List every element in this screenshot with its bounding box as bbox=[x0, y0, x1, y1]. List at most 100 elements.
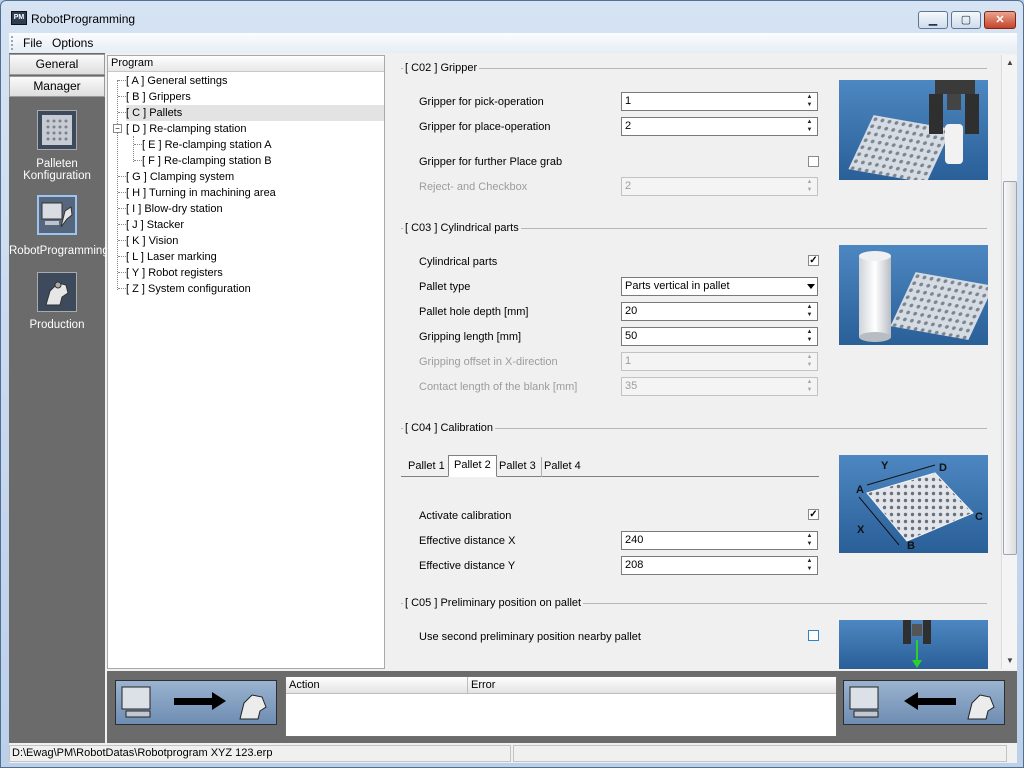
vertical-scrollbar[interactable]: ▲ ▼ bbox=[1001, 55, 1017, 669]
gripping-offset-label: Gripping offset in X-direction bbox=[419, 356, 558, 368]
calibration-plate-icon: A B C D X Y bbox=[856, 460, 983, 552]
cylindrical-parts-illustration bbox=[839, 245, 988, 345]
tab-pallet-2[interactable]: Pallet 2 bbox=[448, 455, 497, 477]
corner-c-label: C bbox=[975, 511, 983, 523]
minimize-button[interactable]: ▁ bbox=[918, 11, 948, 29]
axis-x-label: X bbox=[857, 524, 865, 536]
distance-x-stepper[interactable]: 240 ▲ ▼ bbox=[621, 531, 818, 550]
action-log-grid[interactable]: Action Error bbox=[285, 676, 837, 737]
tree-node-re-clamping-station-b[interactable]: [ F ] Re-clamping station B bbox=[142, 153, 272, 169]
gripper-pick-stepper[interactable]: 1 ▲ ▼ bbox=[621, 92, 818, 111]
tree-node-robot-registers[interactable]: [ Y ] Robot registers bbox=[126, 265, 223, 281]
tree-node-clamping-system[interactable]: [ G ] Clamping system bbox=[126, 169, 234, 185]
status-panel-right bbox=[513, 745, 1007, 762]
tree-connector bbox=[118, 240, 126, 241]
collapse-icon[interactable]: − bbox=[113, 124, 122, 133]
tab-pallet-3[interactable]: Pallet 3 bbox=[494, 457, 542, 477]
reject-checkbox-label: Reject- and Checkbox bbox=[419, 181, 528, 193]
tab-pallet-1[interactable]: Pallet 1 bbox=[403, 457, 451, 477]
preliminary-position-illustration bbox=[839, 620, 988, 669]
tree-node-pallets[interactable]: [ C ] Pallets bbox=[126, 105, 384, 121]
spin-arrows-icon[interactable]: ▲ ▼ bbox=[802, 328, 817, 345]
spin-arrows-icon[interactable]: ▲ ▼ bbox=[802, 93, 817, 110]
cylindrical-parts-label: Cylindrical parts bbox=[419, 256, 498, 268]
gripping-offset-stepper: 1 ▲ ▼ bbox=[621, 352, 818, 371]
tree-node-re-clamping-station-a[interactable]: [ E ] Re-clamping station A bbox=[142, 137, 272, 153]
tree-connector bbox=[118, 96, 126, 97]
tree-node-stacker[interactable]: [ J ] Stacker bbox=[126, 217, 184, 233]
pallet-type-label: Pallet type bbox=[419, 281, 471, 293]
cylinder-icon bbox=[859, 251, 891, 342]
hole-depth-stepper[interactable]: 20 ▲ ▼ bbox=[621, 302, 818, 321]
gripper-pick-label: Gripper for pick-operation bbox=[419, 96, 544, 108]
robot-to-pc-icon bbox=[849, 686, 995, 720]
second-position-checkbox[interactable] bbox=[808, 630, 819, 641]
program-tree[interactable]: Program [ A ] General settings [ B ] Gri… bbox=[107, 55, 385, 669]
hole-depth-label: Pallet hole depth [mm] bbox=[419, 306, 529, 318]
scroll-up-icon[interactable]: ▲ bbox=[1002, 55, 1018, 71]
minimize-icon: ▁ bbox=[928, 14, 938, 26]
menu-bar: File Options bbox=[9, 33, 1017, 53]
gripper-further-checkbox[interactable] bbox=[808, 156, 819, 167]
reject-checkbox-stepper: 2 ▲ ▼ bbox=[621, 177, 818, 196]
scrollbar-thumb[interactable] bbox=[1003, 181, 1017, 555]
spin-arrows-icon[interactable]: ▲ ▼ bbox=[802, 557, 817, 574]
group-divider bbox=[401, 68, 987, 69]
nav-item-robot-programming[interactable]: RobotProgramming bbox=[9, 245, 109, 257]
gripper-illustration bbox=[839, 80, 988, 180]
spin-arrows-icon[interactable]: ▲ ▼ bbox=[802, 303, 817, 320]
upload-to-robot-button[interactable] bbox=[115, 680, 277, 725]
status-bar: D:\Ewag\PM\RobotDatas\Robotprogram XYZ 1… bbox=[9, 743, 1017, 763]
tab-manager[interactable]: Manager bbox=[9, 76, 105, 97]
nav-item-production[interactable]: Production bbox=[9, 319, 105, 331]
spin-arrows-icon[interactable]: ▲ ▼ bbox=[802, 532, 817, 549]
tree-node-grippers[interactable]: [ B ] Grippers bbox=[126, 89, 191, 105]
gripper-further-label: Gripper for further Place grab bbox=[419, 156, 563, 168]
spin-arrows-icon: ▲ ▼ bbox=[806, 379, 813, 393]
reject-value: 2 bbox=[625, 180, 632, 192]
production-robot-icon[interactable] bbox=[37, 272, 77, 312]
hole-depth-value: 20 bbox=[625, 305, 638, 317]
close-button[interactable]: ✕ bbox=[984, 11, 1016, 29]
column-error-header[interactable]: Error bbox=[468, 677, 836, 694]
group-title-c03: [ C03 ] Cylindrical parts bbox=[403, 222, 521, 234]
tree-node-re-clamping-station[interactable]: [ D ] Re-clamping station bbox=[126, 121, 246, 137]
tree-node-laser-marking[interactable]: [ L ] Laser marking bbox=[126, 249, 217, 265]
pallet-config-icon[interactable] bbox=[37, 110, 77, 150]
tab-general[interactable]: General bbox=[9, 54, 105, 75]
scroll-down-icon[interactable]: ▼ bbox=[1002, 653, 1018, 669]
menu-options[interactable]: Options bbox=[52, 36, 93, 50]
gripper-place-stepper[interactable]: 2 ▲ ▼ bbox=[621, 117, 818, 136]
tree-connector bbox=[134, 144, 142, 145]
maximize-button[interactable]: ▢ bbox=[951, 11, 981, 29]
spin-arrows-icon[interactable]: ▲ ▼ bbox=[802, 118, 817, 135]
tree-node-system-configuration[interactable]: [ Z ] System configuration bbox=[126, 281, 251, 297]
distance-y-value: 208 bbox=[625, 559, 644, 571]
group-title-c05: [ C05 ] Preliminary position on pallet bbox=[403, 597, 584, 609]
contact-length-stepper: 35 ▲ ▼ bbox=[621, 377, 818, 396]
column-action-header[interactable]: Action bbox=[286, 677, 468, 694]
nav-item-pallet-config[interactable]: Palleten Konfiguration bbox=[9, 158, 105, 182]
left-nav-panel: General Manager Palleten Konfiguration R… bbox=[9, 53, 109, 743]
pallet-type-select[interactable]: Parts vertical in pallet bbox=[621, 277, 818, 296]
tree-node-blow-dry[interactable]: [ I ] Blow-dry station bbox=[126, 201, 223, 217]
pallet-plate-icon bbox=[890, 272, 988, 340]
tree-node-general-settings[interactable]: [ A ] General settings bbox=[126, 73, 228, 89]
gripping-length-stepper[interactable]: 50 ▲ ▼ bbox=[621, 327, 818, 346]
tree-node-vision[interactable]: [ K ] Vision bbox=[126, 233, 178, 249]
tree-line bbox=[133, 136, 134, 162]
distance-y-stepper[interactable]: 208 ▲ ▼ bbox=[621, 556, 818, 575]
robot-programming-icon[interactable] bbox=[37, 195, 77, 235]
tab-pallet-4[interactable]: Pallet 4 bbox=[539, 457, 586, 477]
download-from-robot-button[interactable] bbox=[843, 680, 1005, 725]
tree-connector bbox=[118, 176, 126, 177]
title-bar[interactable]: PM RobotProgramming ▁ ▢ ✕ bbox=[1, 1, 1023, 33]
pallet-tabs: Pallet 1 Pallet 2 Pallet 3 Pallet 4 bbox=[401, 455, 819, 477]
activate-calibration-checkbox[interactable]: ✓ bbox=[808, 509, 819, 520]
menu-file[interactable]: File bbox=[23, 36, 42, 50]
close-icon: ✕ bbox=[995, 14, 1005, 26]
contact-length-value: 35 bbox=[625, 380, 638, 392]
chevron-down-icon[interactable] bbox=[807, 284, 815, 289]
tree-node-turning[interactable]: [ H ] Turning in machining area bbox=[126, 185, 276, 201]
cylindrical-parts-checkbox[interactable]: ✓ bbox=[808, 255, 819, 266]
